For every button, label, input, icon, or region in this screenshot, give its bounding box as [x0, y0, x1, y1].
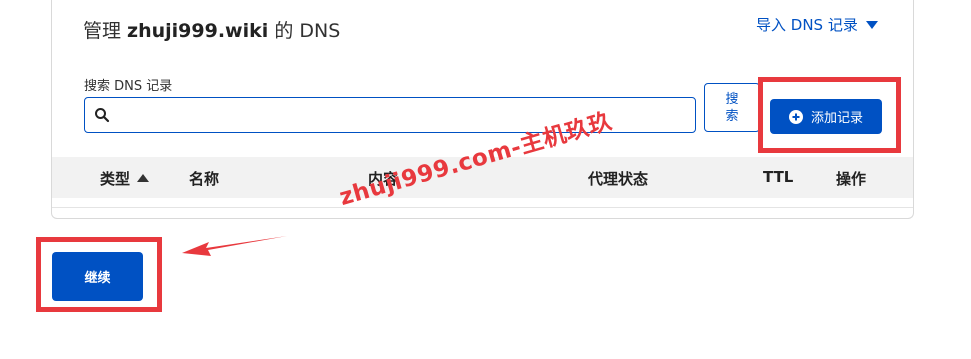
dns-management-screen: 管理 zhuji999.wiki 的 DNS 导入 DNS 记录 搜索 DNS … [0, 0, 971, 359]
arrow-annotation [182, 236, 287, 256]
annotation-overlay [182, 236, 287, 256]
